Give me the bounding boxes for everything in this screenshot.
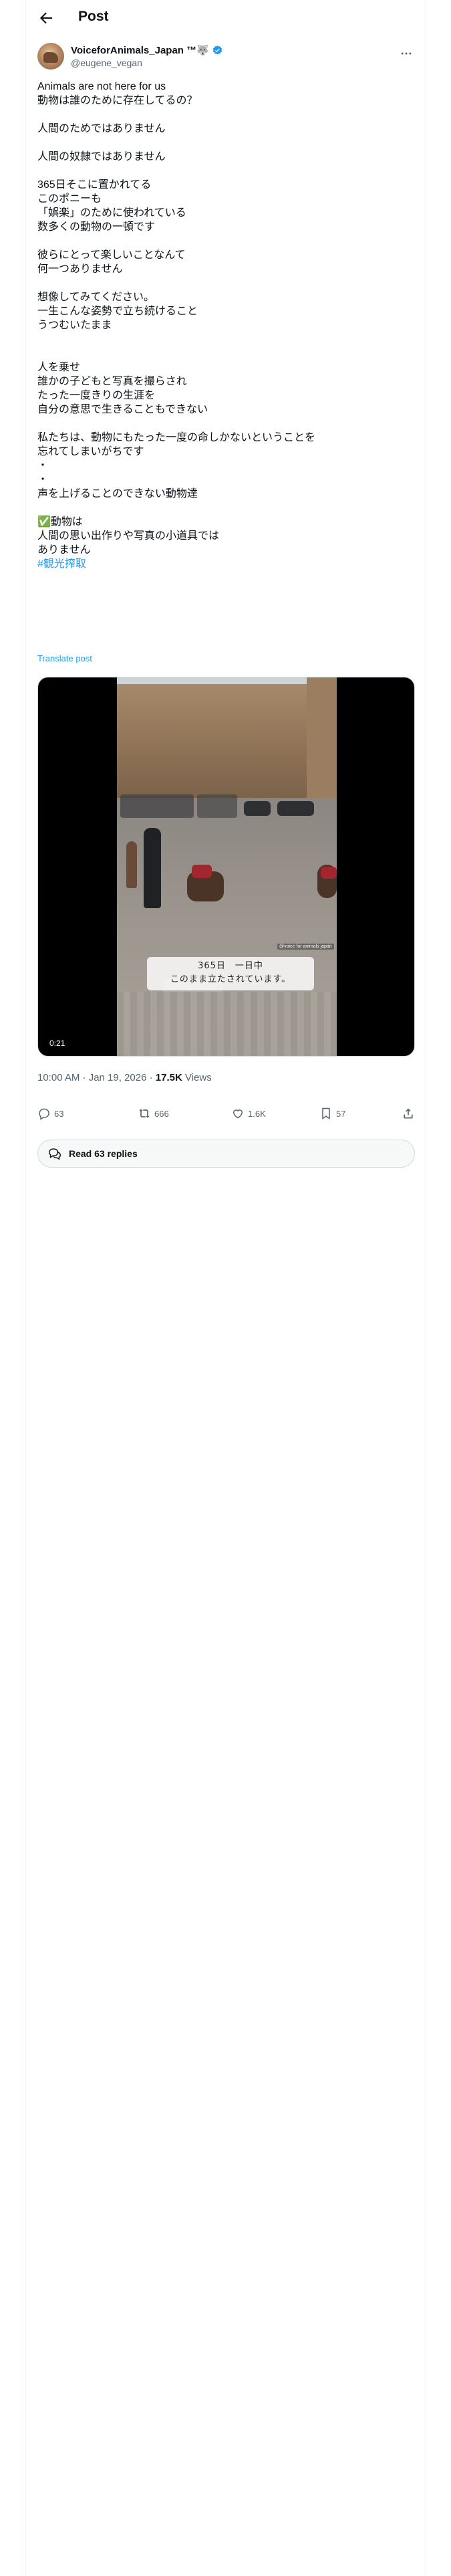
bookmark-button[interactable]: 57 [319,1107,345,1120]
video-watermark: @voice for animals japan [277,944,334,950]
action-bar: 63 666 1.6K 57 [37,1107,415,1127]
repost-icon [139,1109,150,1118]
video-player[interactable]: @voice for animals japan 365日 一日中 このまま立た… [37,677,415,1057]
share-icon [404,1108,413,1119]
author-name-row: VoiceforAnimals_Japan ™🐺 [71,44,223,56]
like-count: 1.6K [248,1108,266,1119]
bookmark-icon [322,1107,330,1119]
repost-count: 666 [154,1108,169,1119]
post-meta: 10:00 AM · Jan 19, 2026 · 17.5K Views [37,1072,212,1083]
read-replies-button[interactable]: Read 63 replies [37,1140,415,1168]
read-replies-label: Read 63 replies [69,1148,138,1159]
like-button[interactable]: 1.6K [231,1107,266,1120]
bookmark-count: 57 [336,1108,346,1119]
reply-count: 63 [54,1108,64,1119]
reply-icon [39,1108,49,1120]
video-caption: 365日 一日中 このまま立たされています。 [147,960,314,986]
video-caption-line-2: このまま立たされています。 [170,974,291,984]
views-count: 17.5K [155,1072,182,1083]
share-button[interactable] [402,1107,415,1120]
like-icon [233,1109,243,1119]
post-column: Post VoiceforAnimals_Japan ™🐺 @eugene_ve… [25,0,426,2576]
translate-post-link[interactable]: Translate post [37,653,92,663]
replies-bubble-icon [49,1148,61,1160]
views-label: Views [182,1072,212,1083]
verified-badge-icon [212,45,222,55]
avatar[interactable] [37,43,64,70]
video-caption-line-1: 365日 一日中 [198,961,263,971]
tweet-text: Animals are not here for us 動物は誰のために存在して… [37,80,412,571]
author-handle[interactable]: @eugene_vegan [71,58,142,68]
more-options-icon[interactable] [399,47,414,60]
back-arrow-icon[interactable] [37,9,55,27]
author-name[interactable]: VoiceforAnimals_Japan ™🐺 [71,44,209,56]
repost-button[interactable]: 666 [138,1107,169,1120]
top-bar: Post [26,0,426,35]
reply-button[interactable]: 63 [37,1107,63,1120]
page-title: Post [78,9,109,24]
video-frame: @voice for animals japan 365日 一日中 このまま立た… [117,677,337,1056]
post-timestamp[interactable]: 10:00 AM · Jan 19, 2026 · [37,1072,156,1083]
video-duration: 0:21 [46,1037,69,1049]
hashtag-link[interactable]: #観光搾取 [37,558,86,570]
tweet-body: Animals are not here for us 動物は誰のために存在して… [37,81,316,556]
